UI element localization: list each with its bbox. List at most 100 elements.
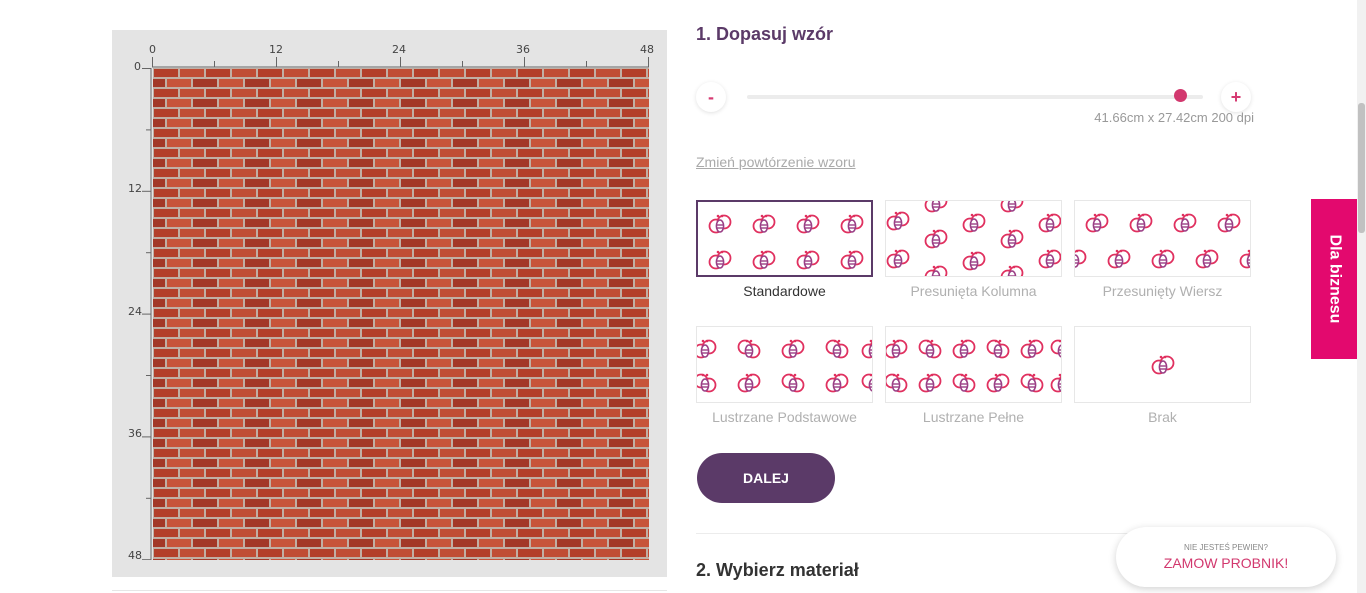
ruler-left-label: 48 (128, 549, 142, 562)
bee-icon (1151, 249, 1175, 269)
bee-icon (697, 373, 717, 393)
sample-cta: ZAMOW PROBNIK! (1163, 555, 1289, 571)
bee-icon (840, 250, 864, 270)
bee-icon (781, 373, 805, 393)
repeat-preview (885, 326, 1062, 403)
bee-icon (752, 250, 776, 270)
repeat-option-shifted-column[interactable]: Presunięta Kolumna (885, 200, 1062, 299)
plus-button[interactable]: + (1221, 82, 1251, 112)
minus-button[interactable]: - (696, 82, 726, 112)
bee-icon (708, 250, 732, 270)
bee-icon (796, 214, 820, 234)
repeat-preview (696, 326, 873, 403)
repeat-option-none[interactable]: Brak (1074, 326, 1251, 425)
bee-icon (781, 339, 805, 359)
bee-icon (1107, 249, 1131, 269)
ruler-left-label: 0 (134, 60, 141, 73)
bee-icon (796, 250, 820, 270)
preview-divider (112, 590, 667, 591)
scrollbar[interactable] (1357, 0, 1366, 593)
ruler-top: 0 12 24 36 48 (149, 43, 654, 68)
dimensions-readout: 41.66cm x 27.42cm 200 dpi (1094, 110, 1254, 125)
business-tab[interactable]: Dla biznesu (1311, 199, 1357, 359)
repeat-option-label: Standardowe (743, 283, 826, 299)
bee-icon (1173, 213, 1197, 233)
bee-icon (924, 229, 948, 249)
bee-icon (737, 339, 761, 359)
scale-slider[interactable]: - + (696, 82, 1256, 112)
ruler-top-label: 0 (149, 43, 156, 56)
bee-icon (1038, 213, 1061, 233)
page: 0 12 24 36 48 0 12 24 36 48 1. Dopasuj w… (0, 0, 1366, 593)
bee-icon (886, 339, 908, 359)
repeat-option-mirror-basic[interactable]: Lustrzane Podstawowe (696, 326, 873, 425)
repeat-preview (885, 200, 1062, 277)
ruler-left-label: 24 (128, 305, 142, 318)
bee-icon (825, 339, 849, 359)
bee-icon (886, 373, 908, 393)
bee-icon (708, 214, 732, 234)
bee-icon (986, 373, 1010, 393)
bee-icon (1000, 229, 1024, 249)
bee-icon (952, 373, 976, 393)
bee-icon (1217, 213, 1241, 233)
business-tab-label: Dla biznesu (1326, 234, 1343, 324)
bee-icon (962, 213, 986, 233)
minus-icon: - (708, 86, 714, 107)
repeat-preview (696, 200, 873, 277)
repeat-option-mirror-full[interactable]: Lustrzane Pełne (885, 326, 1062, 425)
bee-icon (752, 214, 776, 234)
bee-icon (861, 373, 872, 392)
section-title-choose-material: 2. Wybierz materiał (696, 560, 859, 580)
bee-icon (1000, 265, 1024, 276)
bee-icon (861, 339, 872, 359)
slider-track[interactable] (747, 95, 1203, 99)
ruler-left-label: 12 (128, 182, 142, 195)
wallpaper-preview: 0 12 24 36 48 0 12 24 36 48 (112, 30, 667, 577)
bee-icon (924, 201, 948, 213)
bee-icon (1085, 213, 1109, 233)
bee-icon (1038, 249, 1061, 269)
repeat-preview (1074, 200, 1251, 277)
ruler-top-label: 36 (516, 43, 530, 56)
repeat-option-label: Brak (1148, 409, 1177, 425)
ruler-left: 0 12 24 36 48 (112, 60, 152, 562)
bee-icon (962, 251, 986, 271)
change-repeat-link[interactable]: Zmień powtórzenie wzoru (696, 154, 856, 170)
bee-icon (1050, 373, 1061, 393)
bee-icon (1129, 213, 1153, 233)
bee-icon (1195, 249, 1219, 269)
bee-icon (952, 339, 976, 359)
bee-icon (1020, 339, 1044, 359)
next-button[interactable]: DALEJ (697, 453, 835, 503)
ruler-top-label: 24 (392, 43, 406, 56)
repeat-option-label: Lustrzane Pełne (922, 409, 1025, 425)
ruler-left-label: 36 (128, 427, 142, 440)
bee-icon (1151, 355, 1175, 375)
ruler-top-label: 48 (640, 43, 654, 56)
bee-icon (697, 339, 717, 359)
scrollbar-thumb[interactable] (1358, 103, 1365, 233)
repeat-option-standard[interactable]: Standardowe (696, 200, 873, 299)
repeat-option-label: Presunięta Kolumna (910, 283, 1037, 299)
bee-icon (918, 373, 942, 393)
section-title-fit-pattern: 1. Dopasuj wzór (696, 24, 834, 44)
bee-icon (918, 339, 942, 359)
slider-handle[interactable] (1174, 89, 1188, 102)
ruler-top-label: 12 (269, 43, 283, 56)
repeat-option-shifted-row[interactable]: Przesunięty Wiersz (1074, 200, 1251, 299)
bee-icon (1000, 201, 1024, 213)
bee-icon (924, 265, 948, 276)
plus-icon: + (1230, 86, 1242, 107)
order-sample-button[interactable]: NIE JESTEŚ PEWIEN? ZAMOW PROBNIK! (1116, 527, 1336, 587)
bee-icon (886, 249, 910, 269)
bee-icon (737, 373, 761, 393)
bee-icon (886, 211, 910, 231)
repeat-option-label: Przesunięty Wiersz (1102, 283, 1223, 299)
bee-icon (1020, 373, 1044, 393)
bee-icon (840, 214, 864, 234)
bee-icon (825, 373, 849, 393)
sample-question: NIE JESTEŚ PEWIEN? (1183, 543, 1269, 552)
repeat-option-label: Lustrzane Podstawowe (712, 409, 857, 425)
repeat-preview (1074, 326, 1251, 403)
